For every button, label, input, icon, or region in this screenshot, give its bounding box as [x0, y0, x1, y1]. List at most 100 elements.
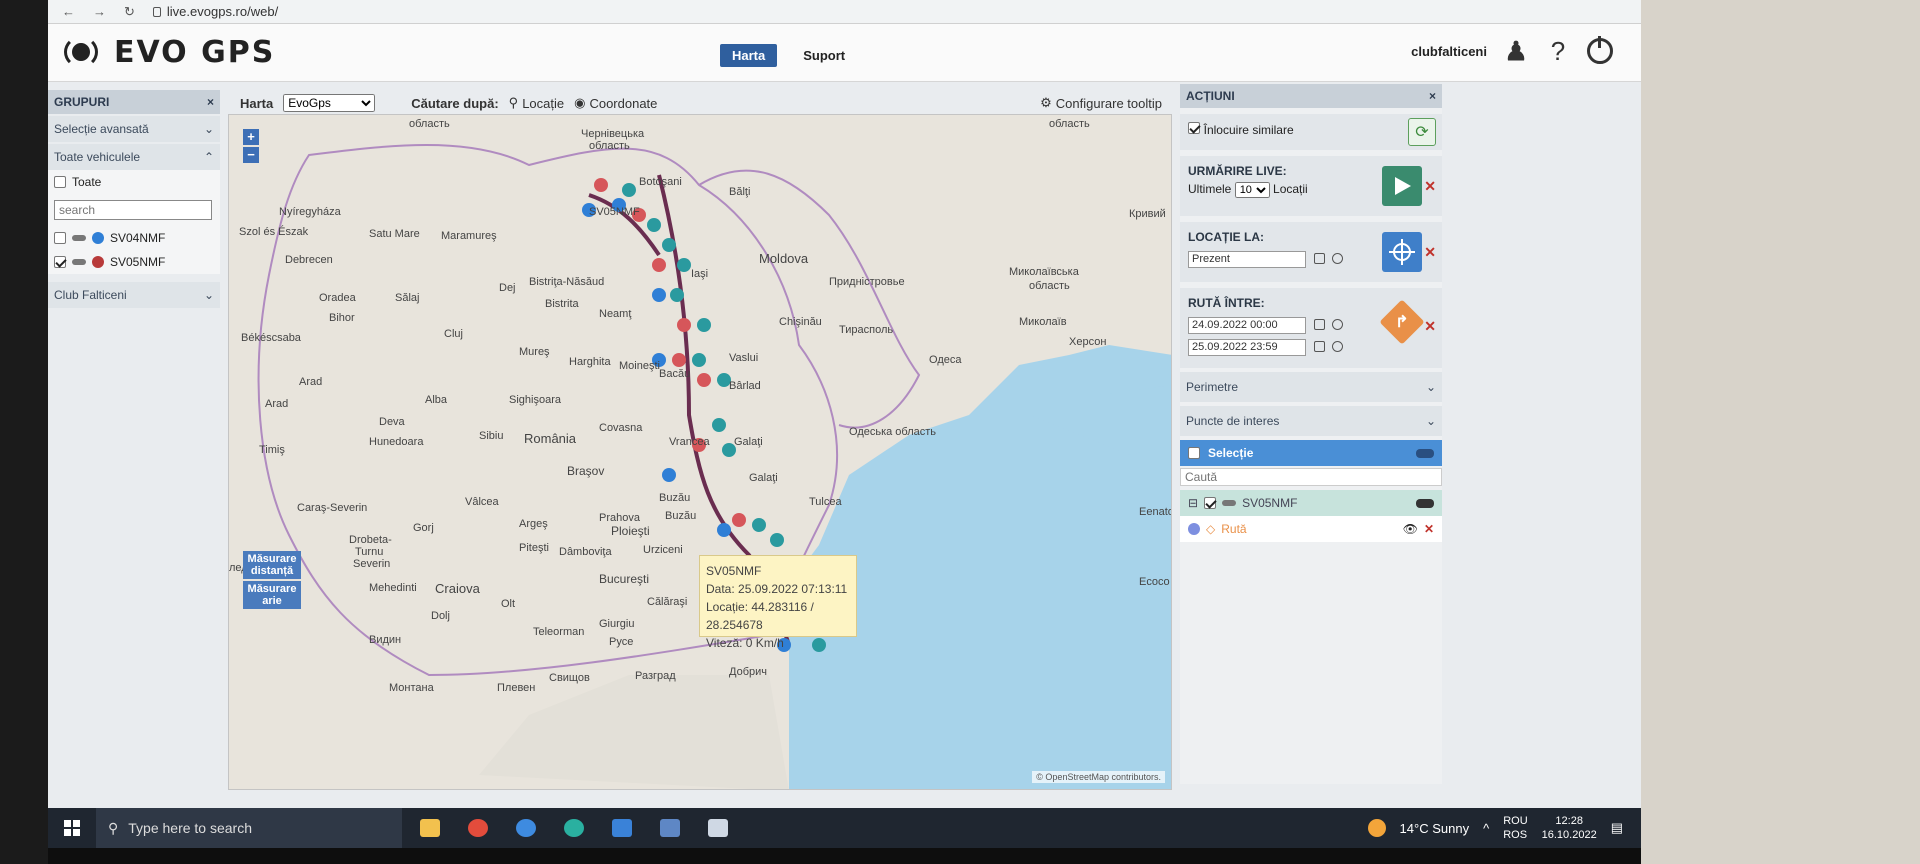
forward-icon[interactable]: → [93, 4, 106, 19]
notifications-icon[interactable]: ▤ [1611, 820, 1623, 836]
map-label: Mehedinti [369, 582, 417, 594]
nav-harta[interactable]: Harta [720, 44, 778, 67]
map-label: Satu Mare [369, 228, 420, 240]
mail-icon[interactable] [602, 808, 642, 848]
vehicle-row[interactable]: SV04NMF [48, 226, 220, 250]
map-label: Чернівецька [581, 128, 645, 140]
route-marker [677, 318, 691, 332]
back-icon[interactable]: ← [62, 4, 75, 19]
user-icon[interactable]: ♟ [1503, 36, 1529, 66]
select-all-row[interactable]: Toate [48, 170, 220, 194]
route-to-input[interactable]: 25.09.2022 23:59 [1188, 339, 1306, 356]
weather-text[interactable]: 14°C Sunny [1400, 821, 1470, 836]
search-by-location[interactable]: ⚲ Locație [509, 95, 564, 111]
location-at-section: LOCAȚIE LA: Prezent ✕ [1180, 222, 1442, 282]
clock-icon[interactable] [1332, 253, 1344, 265]
selection-checkbox[interactable] [1188, 447, 1200, 459]
vehicle-checkbox[interactable] [54, 256, 66, 268]
collapse-icon[interactable]: ⊟ [1188, 496, 1198, 510]
advanced-selection[interactable]: Selecție avansată ⌄ [48, 116, 220, 142]
map-label: Argeş [519, 518, 548, 530]
vehicle-search-input[interactable] [54, 200, 212, 220]
close-icon[interactable]: × [1429, 89, 1436, 103]
weather-icon[interactable] [1367, 819, 1386, 837]
map-attribution[interactable]: © OpenStreetMap contributors. [1032, 771, 1165, 783]
layer-vehicle-checkbox[interactable] [1204, 497, 1217, 509]
close-icon[interactable]: ✕ [1424, 244, 1436, 261]
address-bar[interactable]: live.evogps.ro/web/ [152, 4, 278, 19]
map-label: Dolj [431, 610, 450, 622]
ie-icon[interactable] [506, 808, 546, 848]
close-icon[interactable]: ✕ [1424, 522, 1434, 536]
chrome-icon[interactable] [458, 808, 498, 848]
route-from-input[interactable]: 24.09.2022 00:00 [1188, 317, 1306, 334]
group-name: Club Falticeni [54, 288, 127, 302]
search-by-coordinates[interactable]: ◉ Coordonate [574, 95, 657, 111]
replace-similar-row: Înlocuire similare ⟳ [1180, 114, 1442, 150]
store-icon[interactable] [650, 808, 690, 848]
vehicle-row[interactable]: SV05NMF [48, 250, 220, 274]
layer-vehicle-row[interactable]: ⊟ SV05NMF [1180, 490, 1442, 516]
calendar-icon[interactable] [1313, 253, 1325, 265]
car-icon [72, 259, 86, 265]
map[interactable]: SV05NMF область Чернівецька область Boto… [228, 114, 1172, 790]
vehicle-checkbox[interactable] [54, 232, 66, 244]
vehicle-name: SV04NMF [110, 231, 166, 245]
globe-icon: ◉ [574, 95, 586, 110]
app-icon[interactable] [698, 808, 738, 848]
zoom-out-button[interactable]: − [243, 147, 259, 163]
crosshair-icon[interactable] [1382, 232, 1422, 272]
username[interactable]: clubfalticeni [1411, 44, 1487, 59]
map-provider-select[interactable]: EvoGps [283, 94, 376, 112]
zoom-in-button[interactable]: + [243, 129, 259, 145]
toggle-icon[interactable] [1416, 498, 1434, 508]
clock-icon[interactable] [1332, 319, 1344, 331]
reload-icon[interactable]: ↻ [124, 4, 135, 20]
tooltip-location: Locație: 44.283116 / 28.254678 [706, 600, 814, 632]
nav-suport[interactable]: Suport [791, 44, 857, 67]
map-label: Херсон [1069, 336, 1106, 348]
file-explorer-icon[interactable] [410, 808, 450, 848]
select-all-checkbox[interactable] [54, 176, 66, 188]
perimeters-header[interactable]: Perimetre ⌄ [1180, 372, 1442, 402]
chevron-up-icon[interactable]: ^ [1483, 821, 1489, 836]
language-indicator[interactable]: ROU ROS [1503, 814, 1527, 842]
layer-route-row[interactable]: ◇ Rută 👁 ✕ [1180, 516, 1442, 542]
close-icon[interactable]: ✕ [1424, 318, 1436, 335]
all-vehicles-label: Toate vehiculele [54, 150, 141, 164]
live-count-select[interactable]: 10 [1234, 182, 1270, 198]
route-marker [652, 288, 666, 302]
refresh-icon[interactable]: ⟳ [1408, 118, 1436, 146]
gear-icon: ⚙ [1040, 95, 1052, 110]
start-button[interactable] [48, 808, 96, 848]
toggle-icon[interactable] [1416, 448, 1434, 458]
measure-area-button[interactable]: Măsurare arie [243, 581, 301, 609]
logo[interactable]: EVO GPS [62, 34, 275, 70]
group-club-falticeni[interactable]: Club Falticeni ⌄ [48, 282, 220, 308]
power-icon[interactable] [1587, 36, 1613, 64]
calendar-icon[interactable] [1313, 319, 1325, 331]
map-label: Buzău [659, 492, 690, 504]
all-vehicles-header[interactable]: Toate vehiculele ⌃ [48, 144, 220, 170]
tooltip-config-button[interactable]: ⚙ Configurare tooltip [1040, 95, 1162, 111]
edge-icon[interactable] [554, 808, 594, 848]
eye-icon[interactable]: 👁 [1403, 522, 1418, 536]
location-at-input[interactable]: Prezent [1188, 251, 1306, 268]
play-icon[interactable] [1382, 166, 1422, 206]
measure-distance-button[interactable]: Măsurare distanță [243, 551, 301, 579]
clock-icon[interactable] [1332, 341, 1344, 353]
close-icon[interactable]: × [207, 95, 214, 109]
selection-bar[interactable]: Selecție [1180, 440, 1442, 466]
help-icon[interactable]: ? [1545, 36, 1571, 66]
calendar-icon[interactable] [1313, 341, 1325, 353]
clock[interactable]: 12:28 16.10.2022 [1542, 814, 1597, 842]
map-canvas[interactable]: SV05NMF область Чернівецька область Boto… [229, 115, 1172, 790]
poi-header[interactable]: Puncte de interes ⌄ [1180, 406, 1442, 436]
actions-header: ACȚIUNI × [1180, 84, 1442, 108]
layers-search-input[interactable] [1180, 468, 1442, 486]
map-label: Vaslui [729, 352, 758, 364]
close-icon[interactable]: ✕ [1424, 178, 1436, 195]
taskbar-search[interactable]: ⚲ Type here to search [96, 808, 402, 848]
vehicle-status-icon [92, 256, 104, 268]
replace-similar-checkbox[interactable] [1188, 122, 1200, 134]
